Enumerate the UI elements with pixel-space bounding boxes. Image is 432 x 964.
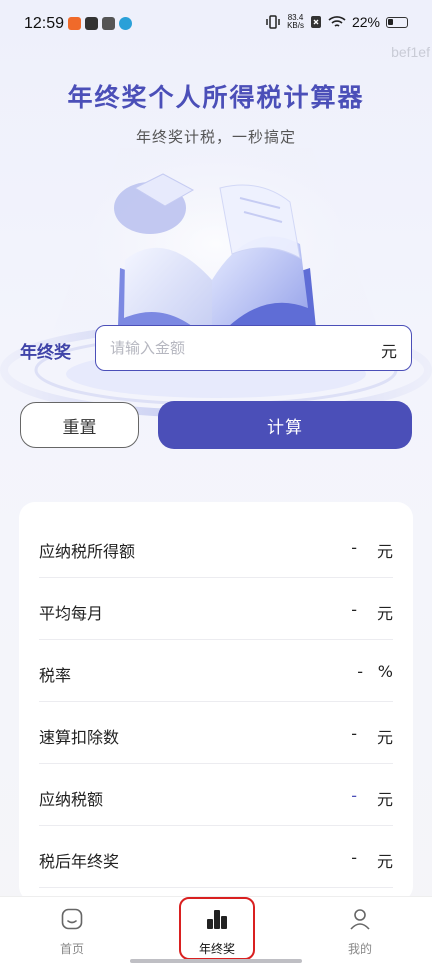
amount-unit: 元 — [380, 342, 397, 361]
amount-field[interactable]: 元 — [95, 325, 412, 371]
result-unit: 元 — [376, 604, 393, 623]
active-tab-highlight — [179, 897, 255, 960]
result-row-taxable-income: 应纳税所得额 - 元 — [39, 516, 393, 578]
result-label: 应纳税所得额 — [39, 542, 136, 561]
status-right: 83.4 KB/s 22% — [265, 14, 408, 30]
result-value: - — [351, 600, 357, 619]
net-speed-unit: KB/s — [287, 21, 304, 30]
result-label: 应纳税额 — [39, 790, 104, 809]
hero-book-illustration — [0, 148, 432, 418]
app-notification-icon — [68, 17, 81, 30]
link-app-icon — [102, 17, 115, 30]
result-value: - — [351, 848, 357, 867]
result-row-quick-deduction: 速算扣除数 - 元 — [39, 702, 393, 764]
result-unit: 元 — [376, 728, 393, 747]
page-subtitle: 年终奖计税，一秒搞定 — [135, 128, 296, 146]
tab-home[interactable]: 首页 — [12, 897, 132, 964]
sim-icon — [310, 16, 321, 28]
result-row-after-tax-bonus: 税后年终奖 - 元 — [39, 826, 393, 888]
result-label: 税后年终奖 — [39, 852, 120, 871]
amount-input[interactable] — [110, 336, 360, 360]
watermark: bef1ef — [391, 44, 430, 60]
result-label: 速算扣除数 — [39, 728, 120, 747]
calculate-button[interactable]: 计算 — [158, 401, 412, 449]
result-label: 税率 — [39, 666, 72, 685]
result-value: - — [351, 538, 357, 557]
browser-app-icon — [119, 17, 132, 30]
result-row-monthly-average: 平均每月 - 元 — [39, 578, 393, 640]
result-unit: 元 — [376, 542, 393, 561]
status-time: 12:59 — [24, 15, 65, 32]
result-card: 应纳税所得额 - 元 平均每月 - 元 税率 - % 速算扣除数 - 元 应纳税… — [19, 502, 413, 902]
home-indicator — [130, 959, 302, 963]
status-bar: 12:59 83.4 KB/s 22% — [0, 0, 432, 50]
result-row-tax-rate: 税率 - % — [39, 640, 393, 702]
result-value: - — [357, 662, 363, 681]
tab-mine[interactable]: 我的 — [300, 897, 420, 964]
video-app-icon — [85, 17, 98, 30]
result-unit: 元 — [376, 790, 393, 809]
result-value: - — [351, 724, 357, 743]
status-notification-icons — [68, 17, 132, 30]
result-unit: 元 — [376, 852, 393, 871]
result-row-tax-payable: 应纳税额 - 元 — [39, 764, 393, 826]
home-icon — [61, 908, 83, 930]
user-icon — [350, 909, 370, 930]
tab-label: 首页 — [59, 942, 84, 956]
amount-label: 年终奖 — [20, 343, 71, 363]
battery-percent: 22% — [351, 14, 380, 30]
result-unit: % — [377, 662, 393, 681]
battery-icon — [386, 16, 408, 28]
result-label: 平均每月 — [39, 604, 104, 623]
vibrate-icon — [266, 15, 280, 29]
result-value: - — [351, 786, 357, 805]
reset-button[interactable]: 重置 — [20, 402, 139, 448]
tab-label: 我的 — [347, 942, 372, 956]
wifi-icon — [328, 16, 346, 27]
page-title: 年终奖个人所得税计算器 — [67, 83, 365, 112]
net-speed: 83.4 KB/s — [287, 14, 304, 30]
